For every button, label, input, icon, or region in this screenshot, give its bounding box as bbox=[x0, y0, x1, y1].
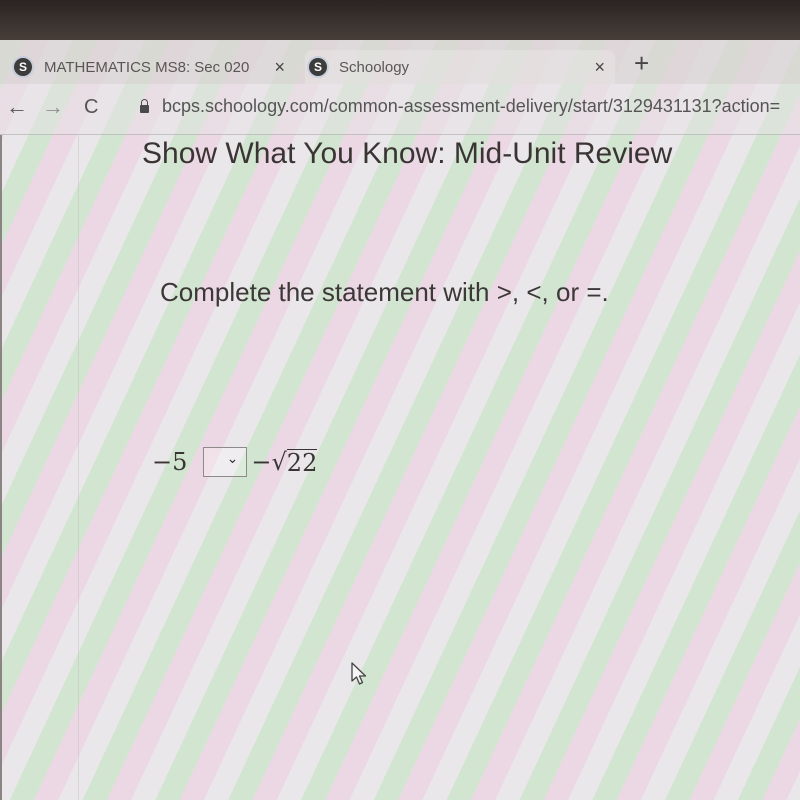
address-bar[interactable]: bcps.schoology.com/common-assessment-del… bbox=[162, 96, 780, 117]
close-icon[interactable]: × bbox=[274, 57, 285, 78]
lock-icon[interactable] bbox=[140, 99, 149, 113]
schoology-favicon-icon: S bbox=[309, 58, 327, 76]
question-instruction: Complete the statement with >, <, or =. bbox=[160, 277, 609, 307]
right-operand: − √ 22 bbox=[251, 448, 318, 477]
radical-sign: √ bbox=[271, 448, 287, 476]
minus-sign: − bbox=[251, 448, 272, 476]
mouse-cursor-icon bbox=[351, 662, 367, 685]
reload-icon[interactable]: C bbox=[84, 96, 98, 119]
content-divider bbox=[78, 135, 79, 800]
assessment-page: Show What You Know: Mid-Unit Review Comp… bbox=[0, 135, 800, 800]
chevron-down-icon: ⌄ bbox=[226, 451, 239, 467]
tab-mathematics[interactable]: S MATHEMATICS MS8: Sec 020 PER × bbox=[10, 50, 295, 84]
window-edge bbox=[0, 135, 2, 800]
radicand: 22 bbox=[286, 449, 318, 477]
schoology-favicon-icon: S bbox=[14, 58, 32, 76]
left-operand: −5 bbox=[152, 448, 188, 476]
browser-window: S MATHEMATICS MS8: Sec 020 PER × S Schoo… bbox=[0, 40, 800, 800]
page-title: Show What You Know: Mid-Unit Review bbox=[142, 137, 673, 170]
tab-title: Schoology bbox=[339, 58, 410, 76]
tab-title: MATHEMATICS MS8: Sec 020 PER bbox=[44, 58, 249, 76]
tab-strip: S MATHEMATICS MS8: Sec 020 PER × S Schoo… bbox=[0, 40, 800, 84]
comparison-dropdown[interactable]: ⌄ bbox=[203, 447, 248, 477]
browser-toolbar: ← → C bcps.schoology.com/common-assessme… bbox=[0, 84, 800, 135]
forward-arrow-icon[interactable]: → bbox=[42, 94, 64, 120]
close-icon[interactable]: × bbox=[594, 57, 605, 78]
math-statement: −5 ⌄ − √ 22 bbox=[152, 447, 318, 477]
tab-schoology[interactable]: S Schoology × bbox=[305, 50, 615, 84]
back-arrow-icon[interactable]: ← bbox=[6, 94, 28, 120]
new-tab-button[interactable]: + bbox=[634, 48, 649, 79]
